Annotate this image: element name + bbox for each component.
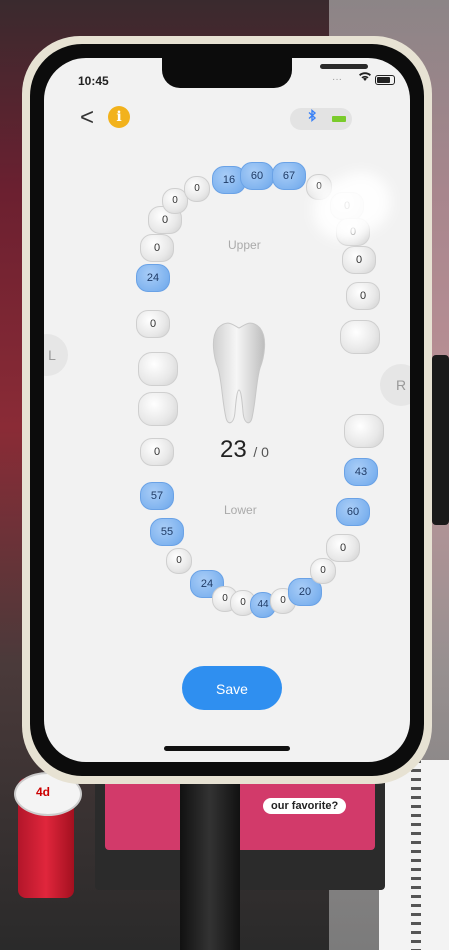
- count-value: 23: [220, 436, 247, 463]
- status-dots: ···: [332, 74, 342, 85]
- upper-tooth-1[interactable]: [138, 352, 178, 386]
- upper-tooth-15[interactable]: 0: [346, 282, 380, 310]
- bluetooth-icon: [308, 109, 317, 125]
- stamp-text: 4d: [36, 785, 51, 799]
- upper-tooth-16[interactable]: [340, 320, 380, 354]
- speaker: [320, 64, 368, 69]
- stand-clamp-right: [432, 355, 449, 525]
- status-time: 10:45: [78, 74, 109, 88]
- count-total: / 0: [253, 444, 269, 460]
- device-battery-icon: [332, 116, 346, 122]
- battery-icon: [375, 75, 395, 85]
- lower-tooth-4[interactable]: 55: [150, 518, 184, 546]
- right-side-button[interactable]: R: [380, 364, 410, 406]
- lower-tooth-3[interactable]: 57: [140, 482, 174, 510]
- upper-tooth-3[interactable]: 24: [136, 264, 170, 292]
- brochure-text: our favorite?: [263, 798, 347, 814]
- upper-tooth-7[interactable]: 0: [184, 176, 210, 202]
- info-button[interactable]: i: [108, 106, 130, 128]
- lower-label: Lower: [224, 503, 257, 517]
- lower-tooth-2[interactable]: 0: [140, 438, 174, 466]
- lower-tooth-15[interactable]: 43: [344, 458, 378, 486]
- upper-label: Upper: [228, 238, 261, 252]
- phone: 10:45 ··· < i L R 0240000166067000000575…: [22, 36, 432, 784]
- notch: [162, 58, 368, 88]
- lower-tooth-1[interactable]: [138, 392, 178, 426]
- tooth-icon: [210, 320, 268, 431]
- phone-bezel: 10:45 ··· < i L R 0240000166067000000575…: [30, 44, 424, 776]
- upper-tooth-2[interactable]: 0: [136, 310, 170, 338]
- upper-tooth-14[interactable]: 0: [342, 246, 376, 274]
- left-side-button[interactable]: L: [44, 334, 68, 376]
- notebook-spiral: [411, 760, 421, 950]
- phone-screen: 10:45 ··· < i L R 0240000166067000000575…: [44, 58, 410, 762]
- lower-tooth-5[interactable]: 0: [166, 548, 192, 574]
- upper-tooth-10[interactable]: 67: [272, 162, 306, 190]
- lower-tooth-13[interactable]: 0: [326, 534, 360, 562]
- upper-tooth-4[interactable]: 0: [140, 234, 174, 262]
- brochure: our favorite?: [95, 770, 385, 890]
- tooth-count: 23 / 0: [220, 436, 269, 464]
- save-button[interactable]: Save: [182, 666, 282, 710]
- home-indicator: [164, 746, 290, 751]
- lower-tooth-14[interactable]: 60: [336, 498, 370, 526]
- upper-tooth-9[interactable]: 60: [240, 162, 274, 190]
- stand-pole: [180, 760, 240, 950]
- lower-tooth-16[interactable]: [344, 414, 384, 448]
- brochure-panel: [105, 780, 375, 850]
- back-button[interactable]: <: [80, 106, 94, 130]
- wifi-icon: [358, 71, 372, 85]
- lower-tooth-12[interactable]: 0: [310, 558, 336, 584]
